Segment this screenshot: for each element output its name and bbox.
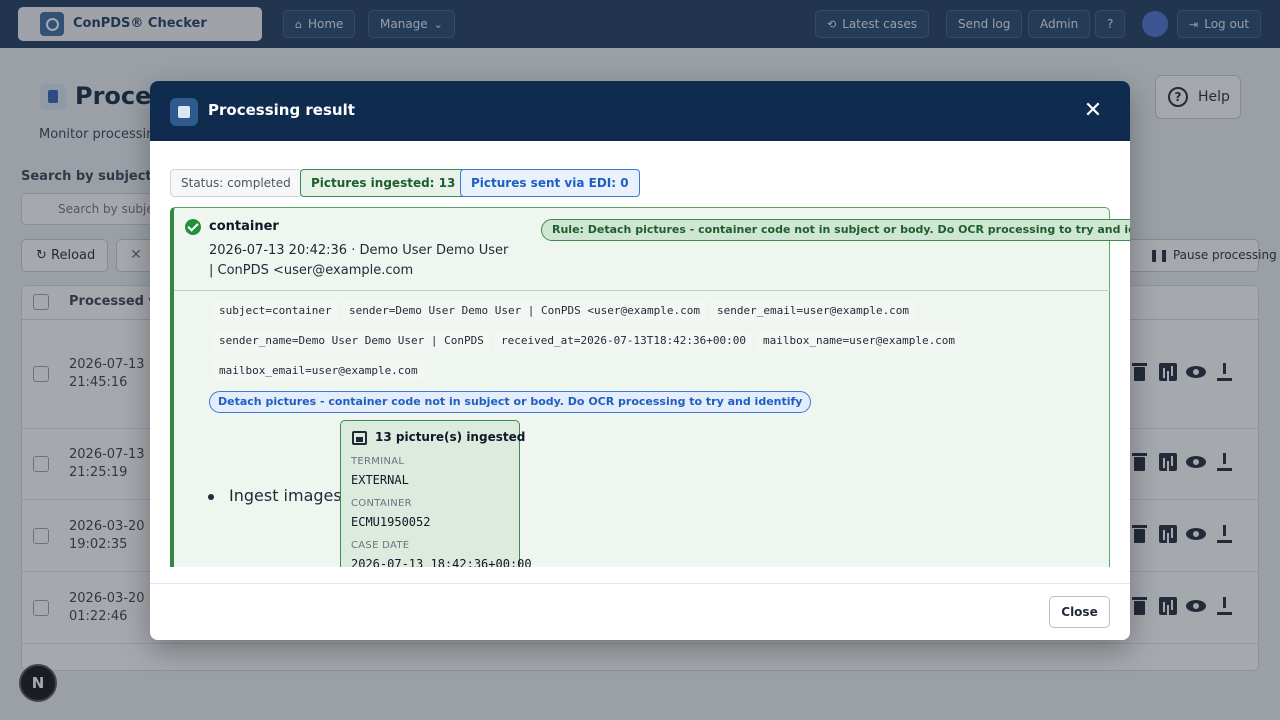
card-divider (174, 290, 1110, 291)
terminal-label: TERMINAL (351, 456, 405, 467)
pictures-ingested-badge: Pictures ingested: 13 (300, 169, 467, 197)
card-meta: 2026-07-13 20:42:36 · Demo User Demo Use… (209, 243, 509, 278)
pictures-ingested-card: 13 picture(s) ingested TERMINAL EXTERNAL… (340, 420, 532, 567)
check-circle-icon (185, 219, 201, 235)
modal-close-icon[interactable]: ✕ (1080, 99, 1106, 125)
container-label: CONTAINER (351, 498, 412, 509)
photo-library-icon (352, 431, 367, 445)
rule-badge: Rule: Detach pictures - container code n… (541, 219, 1130, 241)
case-date-label: CASE DATE (351, 540, 410, 551)
kv-sender-email: sender_email=user@example.com (711, 301, 916, 321)
status-badge: Status: completed (170, 169, 302, 197)
pictures-edi-badge: Pictures sent via EDI: 0 (460, 169, 640, 197)
modal-title: Processing result (208, 101, 355, 119)
rule-result-card: container 2026-07-13 20:42:36 · Demo Use… (170, 207, 1130, 567)
modal-footer: Close (150, 583, 1130, 640)
pictures-card-title: 13 picture(s) ingested (375, 430, 526, 444)
kv-mailbox-email: mailbox_email=user@example.com (213, 361, 424, 381)
kv-sender-name: sender_name=Demo User Demo User | ConPDS (213, 331, 490, 351)
card-title: container (209, 219, 279, 234)
kv-sender: sender=Demo User Demo User | ConPDS <use… (343, 301, 706, 321)
case-date-value: 2026-07-13 18:42:36+00:00 (351, 557, 532, 567)
kv-received-at: received_at=2026-07-13T18:42:36+00:00 (495, 331, 753, 351)
modal-body[interactable]: Status: completed Pictures ingested: 13 … (150, 141, 1130, 567)
terminal-value: EXTERNAL (351, 473, 409, 487)
ingest-images-label: Ingest images (229, 486, 342, 505)
kv-mailbox-name: mailbox_name=user@example.com (757, 331, 962, 351)
close-button[interactable]: Close (1049, 596, 1110, 628)
report-icon (170, 98, 198, 126)
action-badge: Detach pictures - container code not in … (209, 391, 812, 413)
container-value: ECMU1950052 (351, 515, 431, 529)
processing-result-modal: Processing result ✕ Status: completed Pi… (150, 81, 1130, 640)
list-bullet (208, 494, 214, 500)
kv-subject: subject=container (213, 301, 338, 321)
modal-header: Processing result ✕ (150, 81, 1130, 141)
